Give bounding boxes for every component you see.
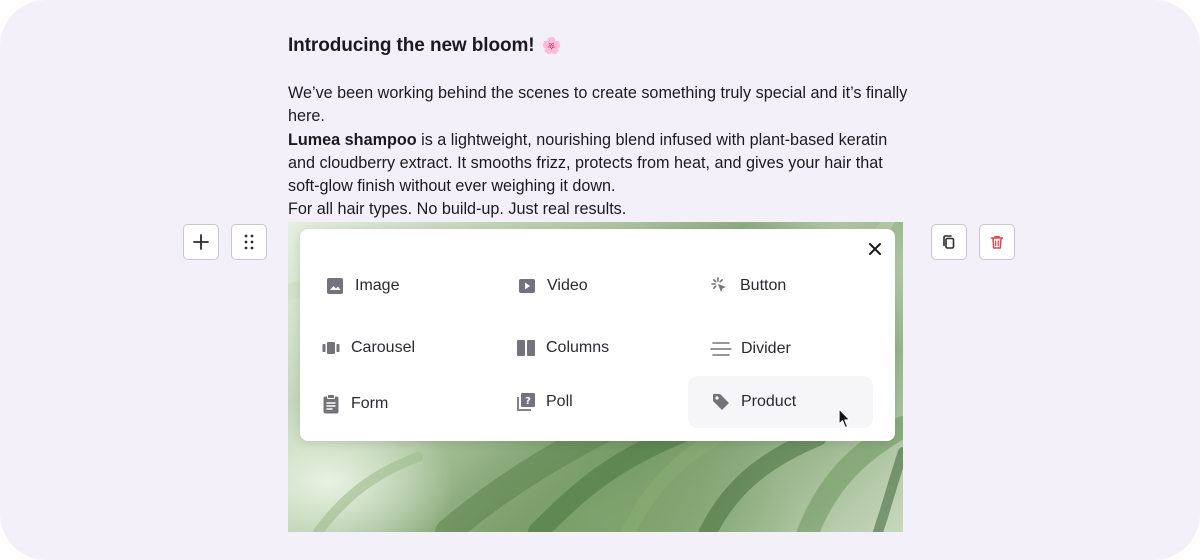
form-clipboard-icon bbox=[320, 393, 342, 415]
duplicate-block-button[interactable] bbox=[931, 224, 967, 260]
flower-emoji: 🌸 bbox=[541, 38, 562, 55]
block-option-divider[interactable]: Divider bbox=[710, 329, 791, 369]
block-option-label: Carousel bbox=[351, 339, 416, 356]
title-text: Introducing the new bloom! bbox=[288, 35, 535, 56]
body-paragraph-1: We’ve been working behind the scenes to … bbox=[288, 84, 908, 126]
block-picker-panel: Image Video Button Carousel Columns Divi… bbox=[300, 229, 895, 441]
block-option-button[interactable]: Button bbox=[709, 266, 786, 306]
svg-text:?: ? bbox=[525, 396, 531, 407]
block-option-video[interactable]: Video bbox=[516, 266, 588, 306]
trash-icon bbox=[990, 235, 1004, 249]
copy-icon bbox=[943, 235, 955, 249]
image-icon bbox=[324, 275, 346, 297]
mouse-cursor-icon bbox=[838, 408, 851, 429]
block-option-carousel[interactable]: Carousel bbox=[320, 328, 415, 368]
poll-icon: ? bbox=[515, 391, 537, 413]
block-option-label: Form bbox=[351, 395, 389, 412]
close-icon bbox=[869, 243, 881, 255]
product-name: Lumea shampoo bbox=[288, 130, 417, 149]
drag-handle-button[interactable] bbox=[231, 224, 267, 260]
block-option-label: Poll bbox=[546, 393, 573, 410]
video-icon bbox=[516, 275, 538, 297]
divider-icon bbox=[710, 338, 732, 360]
body-paragraph-3: For all hair types. No build-up. Just re… bbox=[288, 200, 627, 219]
block-option-label: Product bbox=[741, 393, 797, 410]
tag-icon bbox=[710, 391, 732, 413]
button-click-icon bbox=[709, 275, 731, 297]
block-option-label: Video bbox=[547, 277, 588, 294]
block-option-image[interactable]: Image bbox=[324, 266, 399, 306]
plus-icon bbox=[193, 234, 209, 250]
add-block-button[interactable] bbox=[183, 224, 219, 260]
drag-handle-icon bbox=[244, 234, 254, 250]
block-option-label: Button bbox=[740, 277, 787, 294]
block-option-columns[interactable]: Columns bbox=[515, 328, 609, 368]
close-panel-button[interactable] bbox=[864, 238, 886, 260]
body-paragraph-2: Lumea shampoo is a lightweight, nourishi… bbox=[288, 129, 913, 199]
carousel-icon bbox=[320, 337, 342, 359]
block-option-label: Columns bbox=[546, 339, 610, 356]
block-option-poll[interactable]: ? Poll bbox=[515, 382, 573, 422]
delete-block-button[interactable] bbox=[979, 224, 1015, 260]
article-body: We’ve been working behind the scenes to … bbox=[288, 82, 913, 222]
block-option-label: Image bbox=[355, 277, 400, 294]
columns-icon bbox=[515, 337, 537, 359]
article-title: Introducing the new bloom! 🌸 bbox=[288, 34, 562, 59]
block-option-label: Divider bbox=[741, 340, 791, 357]
block-option-form[interactable]: Form bbox=[320, 384, 388, 424]
